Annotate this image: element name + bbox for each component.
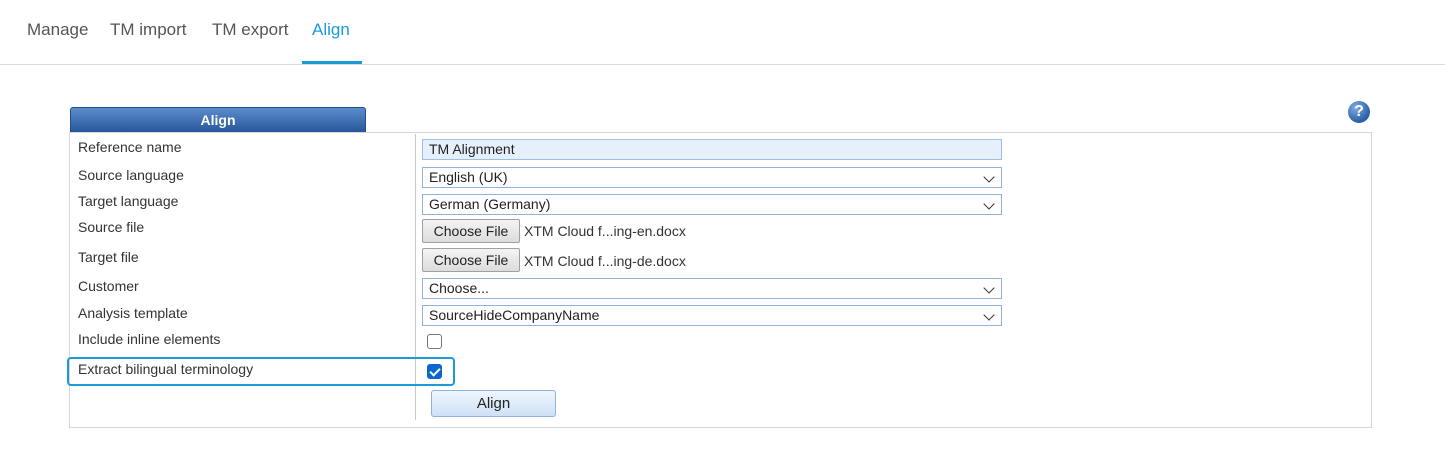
source-language-value: English (UK) [429, 169, 508, 185]
top-tabs: Manage TM import TM export Align [0, 0, 1445, 65]
source-language-label: Source language [78, 167, 184, 183]
tab-tm-export[interactable]: TM export [212, 20, 289, 40]
target-choose-file-button[interactable]: Choose File [422, 248, 520, 272]
customer-select[interactable]: Choose... [422, 278, 1002, 299]
extract-terminology-label: Extract bilingual terminology [78, 361, 254, 377]
source-file-label: Source file [78, 219, 145, 235]
analysis-template-label: Analysis template [78, 305, 188, 321]
panel-title: Align [70, 107, 366, 132]
analysis-template-value: SourceHideCompanyName [429, 307, 600, 323]
chevron-down-icon [983, 309, 995, 321]
extract-terminology-checkbox[interactable] [427, 364, 442, 379]
target-language-select[interactable]: German (Germany) [422, 194, 1002, 215]
help-icon[interactable]: ? [1348, 101, 1370, 123]
chevron-down-icon [983, 171, 995, 183]
include-inline-label: Include inline elements [78, 331, 221, 347]
analysis-template-select[interactable]: SourceHideCompanyName [422, 305, 1002, 326]
target-language-label: Target language [78, 193, 179, 209]
target-language-value: German (Germany) [429, 196, 551, 212]
chevron-down-icon [983, 282, 995, 294]
chevron-down-icon [983, 198, 995, 210]
reference-name-input[interactable]: TM Alignment [422, 139, 1002, 160]
source-file-name: XTM Cloud f...ing-en.docx [524, 223, 686, 239]
target-file-name: XTM Cloud f...ing-de.docx [524, 253, 686, 269]
target-file-label: Target file [78, 249, 139, 265]
source-choose-file-button[interactable]: Choose File [422, 219, 520, 243]
customer-label: Customer [78, 278, 139, 294]
tab-manage[interactable]: Manage [27, 20, 88, 40]
include-inline-checkbox[interactable] [427, 334, 442, 349]
source-language-select[interactable]: English (UK) [422, 167, 1002, 188]
reference-name-label: Reference name [78, 139, 182, 155]
customer-value: Choose... [429, 280, 489, 296]
tab-tm-import[interactable]: TM import [110, 20, 187, 40]
active-tab-indicator [302, 61, 362, 64]
tab-align[interactable]: Align [312, 20, 350, 40]
align-button[interactable]: Align [431, 390, 556, 417]
